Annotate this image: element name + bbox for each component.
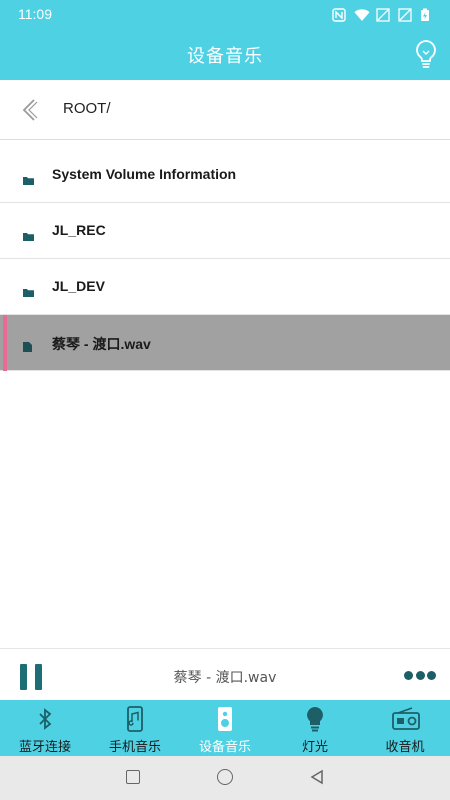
tab-label: 手机音乐 bbox=[108, 740, 161, 755]
top-bar: 11:09 设备音乐 bbox=[0, 0, 450, 80]
tab-light[interactable]: 灯光 bbox=[270, 700, 360, 756]
phone-music-icon bbox=[122, 706, 148, 732]
signal-no-sim-icon bbox=[376, 7, 390, 22]
signal-no-sim-icon bbox=[398, 7, 412, 22]
lightbulb-icon[interactable] bbox=[412, 38, 440, 70]
recent-apps-icon[interactable] bbox=[126, 770, 140, 784]
tab-radio[interactable]: 收音机 bbox=[360, 700, 450, 756]
current-path: ROOT/ bbox=[63, 100, 111, 117]
bluetooth-icon bbox=[32, 706, 58, 732]
wifi-icon bbox=[354, 7, 370, 21]
tab-label: 灯光 bbox=[301, 740, 328, 755]
list-item-label: JL_DEV bbox=[52, 278, 105, 294]
folder-icon bbox=[23, 226, 34, 241]
dot bbox=[415, 671, 425, 680]
back-triangle-icon[interactable] bbox=[309, 769, 325, 785]
dot bbox=[404, 671, 413, 680]
status-icons bbox=[332, 7, 434, 22]
player-bar: 蔡琴 - 渡口.wav bbox=[0, 648, 450, 700]
folder-icon bbox=[23, 282, 34, 297]
music-file-icon bbox=[23, 337, 32, 352]
bottom-nav: 蓝牙连接 手机音乐 设备音乐 灯光 收音机 bbox=[0, 700, 450, 756]
now-playing-title: 蔡琴 - 渡口.wav bbox=[173, 670, 277, 686]
tab-label: 设备音乐 bbox=[198, 740, 251, 755]
file-list: System Volume Information JL_REC JL_DEV … bbox=[0, 147, 450, 371]
folder-icon bbox=[23, 170, 34, 185]
list-item-label: System Volume Information bbox=[52, 166, 237, 182]
battery-charging-icon bbox=[420, 7, 434, 21]
list-item[interactable]: System Volume Information bbox=[0, 147, 450, 203]
device-music-screen: 11:09 设备音乐 ROOT/ System Volume Informati… bbox=[0, 0, 450, 800]
tab-label: 蓝牙连接 bbox=[18, 740, 71, 755]
nfc-icon bbox=[332, 7, 346, 22]
list-item-label: JL_REC bbox=[52, 222, 106, 238]
more-dots-icon[interactable] bbox=[404, 671, 436, 681]
tab-phone-music[interactable]: 手机音乐 bbox=[90, 700, 180, 756]
lightbulb-icon bbox=[302, 706, 328, 732]
speaker-icon bbox=[212, 706, 238, 732]
list-item-selected[interactable]: 蔡琴 - 渡口.wav bbox=[0, 315, 450, 371]
page-title: 设备音乐 bbox=[187, 46, 263, 67]
system-nav-bar bbox=[0, 756, 450, 800]
path-bar: ROOT/ bbox=[0, 80, 450, 140]
tab-bluetooth[interactable]: 蓝牙连接 bbox=[0, 700, 90, 756]
list-item[interactable]: JL_REC bbox=[0, 203, 450, 259]
tab-device-music[interactable]: 设备音乐 bbox=[180, 700, 270, 756]
list-item[interactable]: JL_DEV bbox=[0, 259, 450, 315]
list-item-label: 蔡琴 - 渡口.wav bbox=[52, 336, 151, 352]
status-time: 11:09 bbox=[18, 6, 52, 22]
chevron-left-icon[interactable] bbox=[16, 94, 44, 126]
tab-label: 收音机 bbox=[385, 740, 425, 755]
status-bar: 11:09 bbox=[0, 0, 450, 28]
home-icon[interactable] bbox=[217, 769, 233, 785]
dot bbox=[427, 671, 436, 680]
radio-icon bbox=[392, 706, 420, 732]
